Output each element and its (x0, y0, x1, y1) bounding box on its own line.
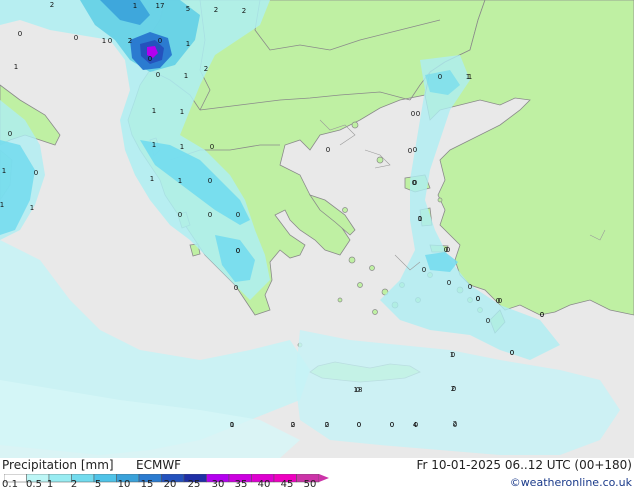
colorbar-label: 45 (280, 479, 294, 490)
point-value: 5 (186, 5, 190, 13)
point-value: 0 (210, 143, 214, 151)
point-value: 0 (468, 283, 472, 291)
point-value: 1 (152, 107, 156, 115)
point-value: 2 (214, 6, 218, 14)
point-value: 1 (0, 201, 4, 209)
point-value: 0 (413, 146, 417, 154)
point-value: 0 (236, 247, 240, 255)
point-value: 0 (291, 421, 295, 429)
point-value: 2 (50, 1, 54, 9)
valid-datetime: Fr 10-01-2025 06..12 UTC (00+180) (416, 458, 632, 472)
colorbar-label: 30 (211, 479, 225, 490)
point-value: 1 (186, 40, 190, 48)
point-value: 0 (357, 421, 361, 429)
colorbar-label: 25 (187, 479, 201, 490)
point-value: 1 (468, 73, 472, 81)
map-title: Precipitation [mm] (2, 458, 114, 472)
point-value: 0 (156, 71, 160, 79)
point-value: 1 (152, 141, 156, 149)
point-value: 0 (230, 421, 234, 429)
point-value: 0 (486, 317, 490, 325)
colorbar-label: 15 (140, 479, 154, 490)
point-value: 0 (148, 55, 152, 63)
point-value: 1 (30, 204, 34, 212)
point-value: 0 (390, 421, 394, 429)
colorbar-label: 2 (70, 479, 78, 490)
model-name: ECMWF (136, 458, 182, 472)
point-value: 1 (133, 2, 137, 10)
point-value: 0 (408, 147, 412, 155)
point-value: 1 (418, 215, 422, 223)
colorbar-label: 50 (303, 479, 317, 490)
point-value: 0 (411, 110, 415, 118)
point-value: 1 (178, 177, 182, 185)
point-value: 1 (150, 175, 154, 183)
point-value: 0 (444, 246, 448, 254)
colorbar-label: 35 (234, 479, 248, 490)
point-value: 0 (236, 211, 240, 219)
point-value: 0 (413, 179, 417, 187)
point-value: 1 (180, 108, 184, 116)
point-value: 0 (178, 211, 182, 219)
point-value: 1 (184, 72, 188, 80)
point-value: 0 (326, 146, 330, 154)
point-value: 0 (451, 351, 455, 359)
point-value: 0 (452, 385, 456, 393)
precipitation-map: 20 0101 01 110 0000000 0000124 2002211817 5 2 212… (0, 0, 634, 458)
point-value: 0 (325, 421, 329, 429)
point-value: 0 (540, 311, 544, 319)
point-value: 1 (14, 63, 18, 71)
colorbar-label: 40 (257, 479, 271, 490)
point-value: 17 (156, 2, 165, 10)
colorbar-label: 0.1 (2, 479, 18, 490)
colorbar-label: 5 (94, 479, 102, 490)
colorbar-label: 10 (117, 479, 131, 490)
colorbar-label: 20 (163, 479, 177, 490)
point-value: 1 (180, 143, 184, 151)
point-value: 0 (208, 211, 212, 219)
point-value: 0 (74, 34, 78, 42)
point-value: 0 (8, 130, 12, 138)
credit-link[interactable]: ©weatheronline.co.uk (510, 476, 632, 489)
point-value: 0 (453, 421, 457, 429)
point-value: 0 (356, 386, 360, 394)
point-value: 2 (204, 65, 208, 73)
point-value: 0 (447, 279, 451, 287)
point-value: 0 (108, 37, 112, 45)
point-value: 0 (476, 295, 480, 303)
point-value: 0 (414, 421, 418, 429)
point-value: 0 (18, 30, 22, 38)
point-value: 1 (102, 37, 106, 45)
point-value: 0 (510, 349, 514, 357)
colorbar-label: 0.5 (26, 479, 42, 490)
colorbar-label: 1 (46, 479, 54, 490)
point-value: 2 (242, 7, 246, 15)
point-value: 0 (158, 37, 162, 45)
point-value: 0 (498, 297, 502, 305)
point-value: 2 (128, 37, 132, 45)
point-value: 0 (234, 284, 238, 292)
point-value: 0 (422, 266, 426, 274)
point-value: 0 (34, 169, 38, 177)
point-value: 0 (416, 110, 420, 118)
point-value: 0 (208, 177, 212, 185)
point-value: 1 (2, 167, 6, 175)
point-value: 0 (438, 73, 442, 81)
map-footer: Precipitation [mm] ECMWF Fr 10-01-2025 0… (0, 458, 634, 490)
